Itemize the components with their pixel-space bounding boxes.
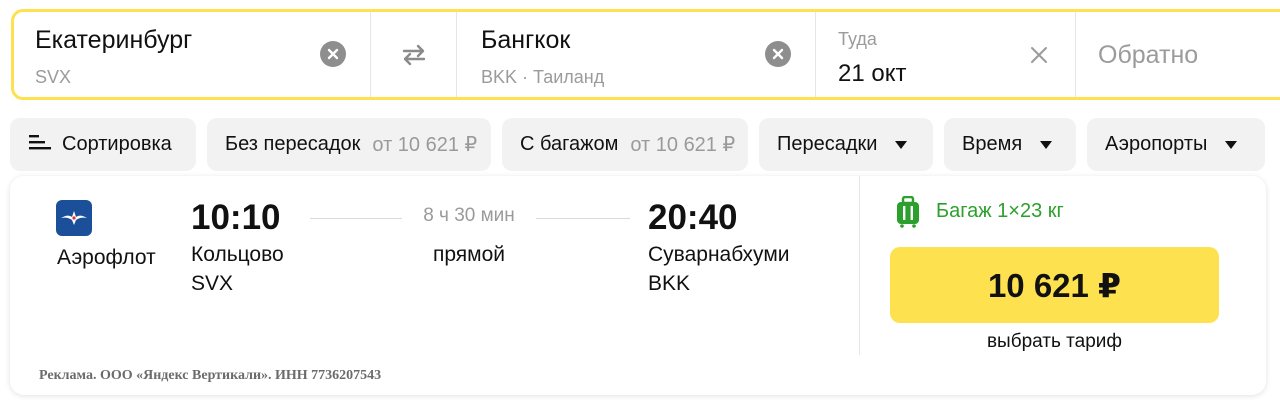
- filter-transfers-label: Пересадки: [777, 133, 878, 155]
- price-button[interactable]: 10 621 ₽: [890, 247, 1219, 323]
- ad-disclaimer: Реклама. ООО «Яндекс Вертикали». ИНН 773…: [39, 368, 382, 383]
- airline-name: Аэрофлот: [57, 246, 156, 269]
- return-placeholder: Обратно: [1098, 41, 1199, 69]
- clear-date-button[interactable]: [1027, 43, 1051, 67]
- clear-destination-button[interactable]: [765, 41, 791, 67]
- sort-label: Сортировка: [62, 133, 172, 155]
- arrival-time: 20:40: [648, 198, 738, 237]
- aeroflot-logo-icon: [56, 200, 92, 236]
- filter-baggage[interactable]: С багажом от 10 621 ₽: [502, 118, 748, 171]
- filter-time[interactable]: Время: [944, 118, 1076, 171]
- arrival-airport: Суварнабхуми: [648, 243, 790, 266]
- clear-icon: [327, 48, 339, 60]
- card-divider: [859, 176, 860, 355]
- flight-result-card[interactable]: Аэрофлот 10:10 Кольцово SVX 8 ч 30 мин п…: [10, 176, 1266, 395]
- swap-button[interactable]: [371, 12, 457, 97]
- swap-arrows-icon: [402, 44, 425, 65]
- departure-code: SVX: [191, 272, 234, 295]
- route-line: [536, 218, 630, 219]
- filter-nonstop-price: от 10 621 ₽: [372, 134, 478, 156]
- filter-bar: Сортировка Без пересадок от 10 621 ₽ С б…: [10, 118, 1265, 171]
- filter-baggage-label: С багажом: [520, 133, 619, 155]
- clear-origin-button[interactable]: [320, 41, 346, 67]
- filter-baggage-price: от 10 621 ₽: [630, 134, 736, 156]
- filter-nonstop-label: Без пересадок: [225, 133, 361, 155]
- route-line: [310, 218, 402, 219]
- flight-duration: 8 ч 30 мин: [423, 205, 515, 226]
- depart-label: Туда: [838, 29, 877, 49]
- destination-code: BKK · Таиланд: [481, 67, 605, 87]
- filter-airports-label: Аэропорты: [1105, 133, 1208, 155]
- departure-airport: Кольцово: [191, 243, 284, 266]
- depart-date: 21 окт: [838, 60, 907, 87]
- baggage-info: Багаж 1×23 кг: [936, 200, 1064, 222]
- destination-field[interactable]: Бангкок BKK · Таиланд: [457, 12, 816, 97]
- return-date-field[interactable]: Обратно: [1076, 12, 1280, 97]
- filter-time-label: Время: [962, 133, 1023, 155]
- arrival-code: BKK: [648, 272, 691, 295]
- caret-down-icon: [1225, 140, 1238, 149]
- filter-nonstop[interactable]: Без пересадок от 10 621 ₽: [207, 118, 491, 171]
- stops-label: прямой: [432, 243, 506, 266]
- departure-time: 10:10: [191, 198, 281, 237]
- origin-city: Екатеринбург: [35, 26, 193, 54]
- origin-field[interactable]: Екатеринбург SVX: [14, 12, 371, 97]
- select-fare-link[interactable]: выбрать тариф: [890, 331, 1219, 353]
- origin-code: SVX: [35, 67, 72, 87]
- luggage-icon: [897, 196, 919, 228]
- depart-date-field[interactable]: Туда 21 окт: [816, 12, 1076, 97]
- destination-city: Бангкок: [481, 26, 571, 54]
- filter-airports[interactable]: Аэропорты: [1087, 118, 1265, 171]
- clear-icon: [772, 48, 784, 60]
- sort-icon: [29, 134, 51, 149]
- caret-down-icon: [1040, 140, 1053, 149]
- filter-transfers[interactable]: Пересадки: [759, 118, 933, 171]
- close-icon: [1031, 47, 1047, 63]
- caret-down-icon: [895, 140, 908, 149]
- sort-button[interactable]: Сортировка: [10, 118, 196, 171]
- search-bar: Екатеринбург SVX Бангкок BKK · Таиланд Т…: [11, 9, 1280, 100]
